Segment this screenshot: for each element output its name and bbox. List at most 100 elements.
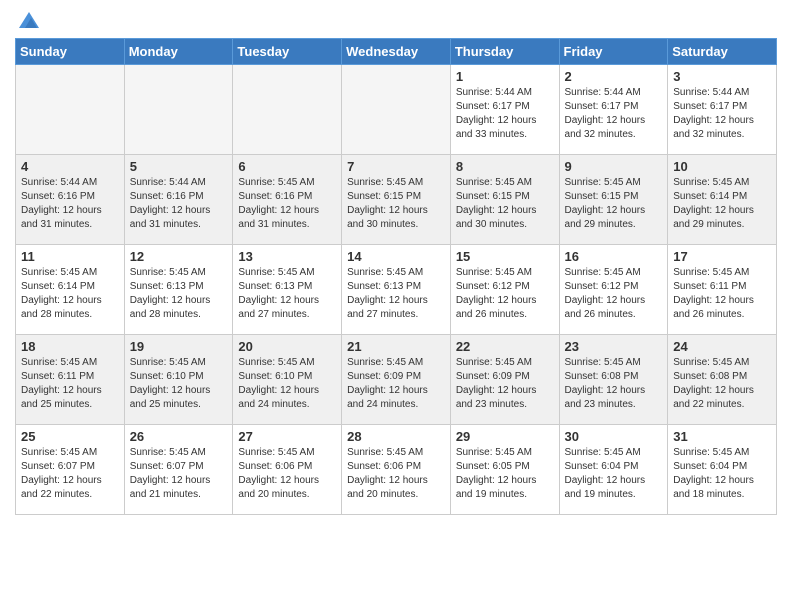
calendar-cell: 11 Sunrise: 5:45 AM Sunset: 6:14 PM Dayli… <box>16 245 125 335</box>
calendar-cell: 30 Sunrise: 5:45 AM Sunset: 6:04 PM Dayli… <box>559 425 668 515</box>
day-info: Sunrise: 5:45 AM Sunset: 6:09 PM Dayligh… <box>456 356 554 412</box>
calendar-cell: 31 Sunrise: 5:45 AM Sunset: 6:04 PM Dayli… <box>668 425 777 515</box>
calendar-cell: 17Sunrise: 5:45 AM Sunset: 6:11 PM Dayli… <box>668 245 777 335</box>
day-info: Sunrise: 5:45 AM Sunset: 6:08 PM Dayligh… <box>673 356 771 412</box>
day-info: Sunrise: 5:44 AM Sunset: 6:17 PM Dayligh… <box>673 86 771 142</box>
day-number: 31 <box>673 429 771 444</box>
calendar-cell <box>233 65 342 155</box>
day-info: Sunrise: 5:45 AM Sunset: 6:07 PM Dayligh… <box>130 446 228 502</box>
day-info: Sunrise: 5:44 AM Sunset: 6:16 PM Dayligh… <box>130 176 228 232</box>
day-number: 18 <box>21 339 119 354</box>
day-info: Sunrise: 5:45 AM Sunset: 6:11 PM Dayligh… <box>21 356 119 412</box>
weekday-header-wednesday: Wednesday <box>342 39 451 65</box>
calendar-cell: 4Sunrise: 5:44 AM Sunset: 6:16 PM Daylig… <box>16 155 125 245</box>
day-info: Sunrise: 5:45 AM Sunset: 6:12 PM Dayligh… <box>565 266 663 322</box>
day-info: Sunrise: 5:45 AM Sunset: 6:10 PM Dayligh… <box>238 356 336 412</box>
calendar-table: SundayMondayTuesdayWednesdayThursdayFrid… <box>15 38 777 515</box>
day-info: Sunrise: 5:44 AM Sunset: 6:17 PM Dayligh… <box>456 86 554 142</box>
logo <box>15 18 41 32</box>
day-info: Sunrise: 5:45 AM Sunset: 6:15 PM Dayligh… <box>565 176 663 232</box>
day-number: 11 <box>21 249 119 264</box>
day-number: 8 <box>456 159 554 174</box>
weekday-header-thursday: Thursday <box>450 39 559 65</box>
day-info: Sunrise: 5:45 AM Sunset: 6:09 PM Dayligh… <box>347 356 445 412</box>
calendar-cell: 2 Sunrise: 5:44 AM Sunset: 6:17 PM Daylig… <box>559 65 668 155</box>
calendar-cell: 7Sunrise: 5:45 AM Sunset: 6:15 PM Daylig… <box>342 155 451 245</box>
weekday-header-saturday: Saturday <box>668 39 777 65</box>
calendar-cell: 5 Sunrise: 5:44 AM Sunset: 6:16 PM Daylig… <box>124 155 233 245</box>
day-number: 14 <box>347 249 445 264</box>
day-number: 24 <box>673 339 771 354</box>
day-number: 12 <box>130 249 228 264</box>
day-number: 2 <box>565 69 663 84</box>
day-number: 13 <box>238 249 336 264</box>
weekday-header-tuesday: Tuesday <box>233 39 342 65</box>
day-info: Sunrise: 5:45 AM Sunset: 6:16 PM Dayligh… <box>238 176 336 232</box>
calendar-cell: 12 Sunrise: 5:45 AM Sunset: 6:13 PM Dayli… <box>124 245 233 335</box>
day-info: Sunrise: 5:44 AM Sunset: 6:16 PM Dayligh… <box>21 176 119 232</box>
calendar-week-row: 4Sunrise: 5:44 AM Sunset: 6:16 PM Daylig… <box>16 155 777 245</box>
calendar-week-row: 1 Sunrise: 5:44 AM Sunset: 6:17 PM Daylig… <box>16 65 777 155</box>
day-info: Sunrise: 5:45 AM Sunset: 6:06 PM Dayligh… <box>238 446 336 502</box>
header <box>15 10 777 32</box>
calendar-cell: 9Sunrise: 5:45 AM Sunset: 6:15 PM Daylig… <box>559 155 668 245</box>
calendar-cell: 25Sunrise: 5:45 AM Sunset: 6:07 PM Dayli… <box>16 425 125 515</box>
day-info: Sunrise: 5:45 AM Sunset: 6:11 PM Dayligh… <box>673 266 771 322</box>
calendar-cell: 28 Sunrise: 5:45 AM Sunset: 6:06 PM Dayli… <box>342 425 451 515</box>
calendar-cell: 29Sunrise: 5:45 AM Sunset: 6:05 PM Dayli… <box>450 425 559 515</box>
calendar-cell: 14 Sunrise: 5:45 AM Sunset: 6:13 PM Dayli… <box>342 245 451 335</box>
day-info: Sunrise: 5:45 AM Sunset: 6:13 PM Dayligh… <box>238 266 336 322</box>
day-number: 20 <box>238 339 336 354</box>
day-info: Sunrise: 5:45 AM Sunset: 6:14 PM Dayligh… <box>21 266 119 322</box>
calendar-cell <box>342 65 451 155</box>
calendar-cell: 3 Sunrise: 5:44 AM Sunset: 6:17 PM Daylig… <box>668 65 777 155</box>
calendar-cell: 13 Sunrise: 5:45 AM Sunset: 6:13 PM Dayli… <box>233 245 342 335</box>
day-number: 30 <box>565 429 663 444</box>
calendar-week-row: 18 Sunrise: 5:45 AM Sunset: 6:11 PM Dayli… <box>16 335 777 425</box>
calendar-cell: 18 Sunrise: 5:45 AM Sunset: 6:11 PM Dayli… <box>16 335 125 425</box>
calendar-cell: 19Sunrise: 5:45 AM Sunset: 6:10 PM Dayli… <box>124 335 233 425</box>
day-number: 28 <box>347 429 445 444</box>
day-info: Sunrise: 5:45 AM Sunset: 6:05 PM Dayligh… <box>456 446 554 502</box>
calendar-week-row: 25 Sunrise: 5:45 AM Sunset: 6:07 PM Dayli… <box>16 425 777 515</box>
calendar-cell: 10Sunrise: 5:45 AM Sunset: 6:14 PM Dayli… <box>668 155 777 245</box>
day-info: Sunrise: 5:45 AM Sunset: 6:12 PM Dayligh… <box>456 266 554 322</box>
day-number: 21 <box>347 339 445 354</box>
weekday-header-sunday: Sunday <box>16 39 125 65</box>
day-number: 7 <box>347 159 445 174</box>
day-number: 23 <box>565 339 663 354</box>
day-info: Sunrise: 5:45 AM Sunset: 6:14 PM Dayligh… <box>673 176 771 232</box>
day-info: Sunrise: 5:45 AM Sunset: 6:13 PM Dayligh… <box>130 266 228 322</box>
day-info: Sunrise: 5:45 AM Sunset: 6:04 PM Dayligh… <box>673 446 771 502</box>
day-info: Sunrise: 5:45 AM Sunset: 6:06 PM Dayligh… <box>347 446 445 502</box>
day-number: 1 <box>456 69 554 84</box>
calendar-cell: 21 Sunrise: 5:45 AM Sunset: 6:09 PM Dayli… <box>342 335 451 425</box>
calendar-cell <box>124 65 233 155</box>
day-number: 15 <box>456 249 554 264</box>
day-info: Sunrise: 5:45 AM Sunset: 6:04 PM Dayligh… <box>565 446 663 502</box>
day-number: 27 <box>238 429 336 444</box>
day-info: Sunrise: 5:45 AM Sunset: 6:13 PM Dayligh… <box>347 266 445 322</box>
day-info: Sunrise: 5:45 AM Sunset: 6:15 PM Dayligh… <box>456 176 554 232</box>
calendar-cell: 6 Sunrise: 5:45 AM Sunset: 6:16 PM Daylig… <box>233 155 342 245</box>
day-number: 25 <box>21 429 119 444</box>
day-number: 3 <box>673 69 771 84</box>
calendar-cell: 27 Sunrise: 5:45 AM Sunset: 6:06 PM Dayli… <box>233 425 342 515</box>
logo-icon <box>17 8 41 32</box>
day-number: 16 <box>565 249 663 264</box>
calendar-cell: 26 Sunrise: 5:45 AM Sunset: 6:07 PM Dayli… <box>124 425 233 515</box>
day-info: Sunrise: 5:44 AM Sunset: 6:17 PM Dayligh… <box>565 86 663 142</box>
weekday-header-monday: Monday <box>124 39 233 65</box>
day-number: 19 <box>130 339 228 354</box>
weekday-header-friday: Friday <box>559 39 668 65</box>
calendar-cell <box>16 65 125 155</box>
day-number: 26 <box>130 429 228 444</box>
calendar-cell: 15 Sunrise: 5:45 AM Sunset: 6:12 PM Dayli… <box>450 245 559 335</box>
day-number: 6 <box>238 159 336 174</box>
calendar-cell: 22Sunrise: 5:45 AM Sunset: 6:09 PM Dayli… <box>450 335 559 425</box>
calendar-cell: 20 Sunrise: 5:45 AM Sunset: 6:10 PM Dayli… <box>233 335 342 425</box>
page: SundayMondayTuesdayWednesdayThursdayFrid… <box>0 0 792 530</box>
calendar-week-row: 11 Sunrise: 5:45 AM Sunset: 6:14 PM Dayli… <box>16 245 777 335</box>
day-number: 5 <box>130 159 228 174</box>
weekday-header-row: SundayMondayTuesdayWednesdayThursdayFrid… <box>16 39 777 65</box>
